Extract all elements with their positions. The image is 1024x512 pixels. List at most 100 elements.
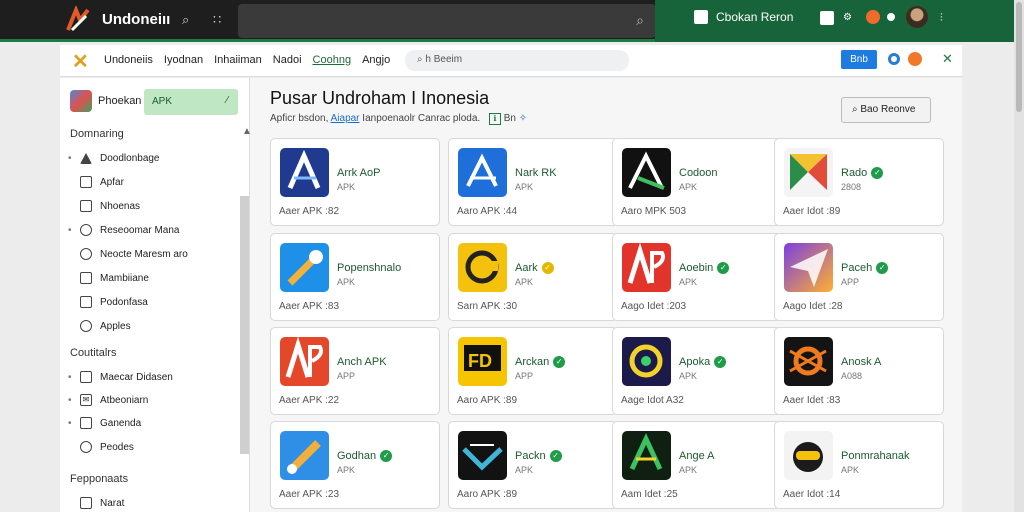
app-card[interactable]: Arrk AoP APK Aaer APK :82 bbox=[270, 138, 440, 226]
tool-blue-app-icon[interactable] bbox=[280, 431, 329, 480]
x-colorful-app-icon[interactable] bbox=[784, 148, 833, 197]
app-card-meta: Aage Idot A32 bbox=[621, 395, 684, 406]
alert-icon[interactable] bbox=[908, 52, 922, 66]
search-icon[interactable]: ⌕ bbox=[636, 12, 644, 29]
app-card-name[interactable]: Codoon bbox=[679, 167, 718, 179]
c-yellow-app-icon[interactable] bbox=[458, 243, 507, 292]
sidebar-item-2[interactable]: Nhoenas bbox=[68, 197, 140, 215]
sidebar-section-title-0[interactable]: Domnaring ▲ bbox=[70, 126, 252, 140]
app-card-name[interactable]: Aark ✓ bbox=[515, 262, 554, 274]
grid-icon[interactable]: ∷ bbox=[213, 12, 221, 28]
more-icon[interactable]: ⫶ bbox=[940, 12, 943, 25]
nav-item-4[interactable]: Coohng bbox=[313, 54, 352, 66]
info-badge-icon[interactable]: ℹ bbox=[488, 113, 501, 125]
notification-icon[interactable] bbox=[866, 10, 880, 24]
wing-dark-app-icon[interactable] bbox=[458, 431, 507, 480]
page-scrollbar[interactable] bbox=[1014, 0, 1024, 512]
sidebar-item-1[interactable]: Apfar bbox=[68, 173, 124, 191]
app-card-name[interactable]: Paceh ✓ bbox=[841, 262, 889, 274]
nav-action-button[interactable]: Bnb bbox=[841, 50, 877, 69]
nav-item-0[interactable]: Undoneiis bbox=[104, 54, 153, 66]
app-card-name[interactable]: Apoka ✓ bbox=[679, 356, 727, 368]
app-card[interactable]: FD Arckan ✓ APP Aaro APK :89 bbox=[448, 327, 618, 415]
sidebar-item-11[interactable]: Peodes bbox=[68, 438, 134, 456]
app-card[interactable]: Anosk A A088 Aaer Idet :83 bbox=[774, 327, 944, 415]
verified-check-icon: ✓ bbox=[549, 450, 562, 462]
search-icon[interactable]: ⌕ bbox=[182, 12, 189, 28]
sidebar-item-7[interactable]: Apples bbox=[68, 317, 131, 335]
bookmark-icon[interactable] bbox=[820, 11, 834, 25]
subtitle-link[interactable]: Aiapar bbox=[331, 113, 360, 124]
app-card-name[interactable]: Ponmrahanak bbox=[841, 450, 910, 462]
sidebar-section-title-1[interactable]: Coutitalrs bbox=[70, 347, 116, 359]
app-card[interactable]: Paceh ✓ APP Aago Idet :28 bbox=[774, 233, 944, 321]
app-card-name[interactable]: Rado ✓ bbox=[841, 167, 884, 179]
sidebar-item-5[interactable]: Mambiiane bbox=[68, 269, 149, 287]
app-card[interactable]: Aoebin ✓ APK Aago Idet :203 bbox=[612, 233, 782, 321]
ox-orange-app-icon[interactable] bbox=[784, 337, 833, 386]
sidebar-item-12[interactable]: Narat bbox=[68, 494, 124, 512]
nav-item-5[interactable]: Angjo bbox=[362, 54, 390, 66]
a-dark-green-app-icon[interactable] bbox=[622, 431, 671, 480]
a-blue-app-icon[interactable] bbox=[280, 148, 329, 197]
nav-item-2[interactable]: Inhaiiman bbox=[214, 54, 262, 66]
app-card[interactable]: Nark RK APK Aaro APK :44 bbox=[448, 138, 618, 226]
a-black-app-icon[interactable] bbox=[622, 148, 671, 197]
app-card-name[interactable]: Anosk A bbox=[841, 356, 881, 368]
fd-yellow-app-icon[interactable]: FD bbox=[458, 337, 507, 386]
sidebar-item-9[interactable]: • ✉ Atbeoniarn bbox=[68, 391, 148, 409]
sidebar-scrollbar[interactable] bbox=[240, 196, 249, 454]
bullet-icon: • bbox=[68, 152, 72, 164]
app-card[interactable]: Packn ✓ APK Aaro APK :89 bbox=[448, 421, 618, 509]
sidebar-app-header[interactable]: Phoekan bbox=[70, 90, 141, 112]
sidebar-item-8[interactable]: • Maecar Didasen bbox=[68, 368, 173, 386]
ap-orange-app-icon[interactable] bbox=[280, 337, 329, 386]
global-search-input[interactable]: ⌕ bbox=[238, 4, 656, 38]
app-card[interactable]: Anch APK APP Aaer APK :22 bbox=[270, 327, 440, 415]
app-card-name[interactable]: Godhan ✓ bbox=[337, 450, 393, 462]
collapse-icon[interactable]: ✕ bbox=[942, 51, 953, 67]
wrench-blue-app-icon[interactable] bbox=[280, 243, 329, 292]
app-card-name[interactable]: Nark RK bbox=[515, 167, 557, 179]
settings-icon[interactable]: ⚙ bbox=[843, 12, 852, 23]
paper-plane-app-icon[interactable] bbox=[784, 243, 833, 292]
sidebar-item-4[interactable]: Neocte Maresm aro bbox=[68, 245, 188, 263]
app-card[interactable]: Popenshnalo APK Aaer APK :83 bbox=[270, 233, 440, 321]
sidebar-item-10[interactable]: • Ganenda bbox=[68, 414, 141, 432]
avatar[interactable] bbox=[906, 6, 928, 28]
app-card-name[interactable]: Anch APK bbox=[337, 356, 387, 368]
app-card-name[interactable]: Arrk AoP bbox=[337, 167, 380, 179]
nav-search-input[interactable]: ⌕ h Beeim bbox=[405, 50, 629, 71]
sidebar-item-3[interactable]: • Reseoomar Mana bbox=[68, 221, 179, 239]
a-bright-app-icon[interactable] bbox=[458, 148, 507, 197]
sidebar-item-0[interactable]: • Doodlonbage bbox=[68, 149, 160, 167]
scrollbar-thumb[interactable] bbox=[1016, 2, 1022, 112]
app-card-name[interactable]: Aoebin ✓ bbox=[679, 262, 730, 274]
sidebar-item-6[interactable]: Podonfasa bbox=[68, 293, 148, 311]
nav-item-3[interactable]: Nadoi bbox=[273, 54, 302, 66]
extension-button[interactable]: Cbokan Reron bbox=[694, 10, 793, 24]
app-card[interactable]: Codoon APK Aaro MPK 503 bbox=[612, 138, 782, 226]
apk-filter-box[interactable]: APK ∕ bbox=[144, 89, 238, 115]
close-icon[interactable]: ✕ bbox=[72, 49, 89, 74]
app-card[interactable]: Godhan ✓ APK Aaer APK :23 bbox=[270, 421, 440, 509]
search-button[interactable]: ⌕ Bao Reonve bbox=[841, 97, 931, 123]
app-card[interactable]: Aark ✓ APK Sarn APK :30 bbox=[448, 233, 618, 321]
app-card[interactable]: Rado ✓ 2808 Aaer Idot :89 bbox=[774, 138, 944, 226]
app-card-name[interactable]: Popenshnalo bbox=[337, 262, 401, 274]
swirl-dark-app-icon[interactable] bbox=[622, 337, 671, 386]
nav-item-1[interactable]: Iyodnan bbox=[164, 54, 203, 66]
sidebar-section-title-2[interactable]: Fepponaats bbox=[70, 473, 128, 485]
app-card[interactable]: Ponmrahanak APK Aaer Idot :14 bbox=[774, 421, 944, 509]
app-card-name[interactable]: Arckan ✓ bbox=[515, 356, 566, 368]
ap-red-app-icon[interactable] bbox=[622, 243, 671, 292]
app-card-name[interactable]: Ange A bbox=[679, 450, 714, 462]
share-icon[interactable]: ✧ bbox=[519, 113, 527, 124]
app-card[interactable]: Ange A APK Aam Idet :25 bbox=[612, 421, 782, 509]
app-card-name[interactable]: Packn ✓ bbox=[515, 450, 562, 462]
app-card[interactable]: Apoka ✓ APK Aage Idot A32 bbox=[612, 327, 782, 415]
robot-app-icon[interactable] bbox=[784, 431, 833, 480]
app-logo-icon[interactable] bbox=[64, 6, 94, 34]
account-icon[interactable] bbox=[888, 53, 900, 65]
edit-icon[interactable]: ∕ bbox=[226, 95, 228, 106]
